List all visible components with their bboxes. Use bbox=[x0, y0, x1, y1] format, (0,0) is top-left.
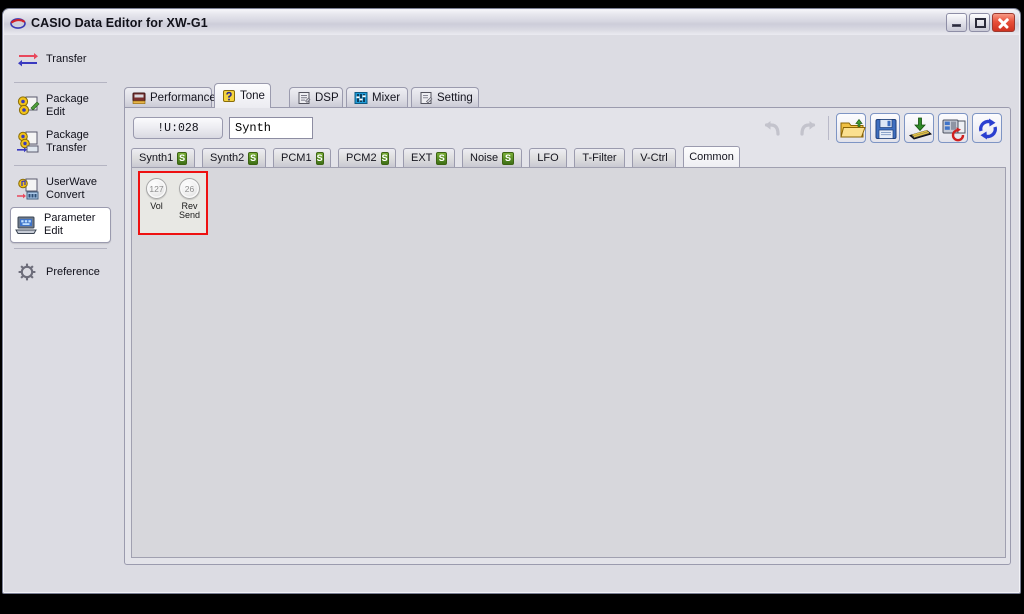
subtab-label: LFO bbox=[537, 152, 559, 164]
sidebar-divider bbox=[14, 248, 107, 249]
title-bar: CASIO Data Editor for XW-G1 bbox=[4, 10, 1019, 35]
tone-name-input[interactable]: Synth bbox=[229, 117, 313, 139]
subtab-pcm2[interactable]: PCM2 S bbox=[338, 148, 396, 167]
tab-label: Tone bbox=[240, 90, 265, 102]
subtab-label: PCM2 bbox=[346, 152, 377, 164]
subtab-noise[interactable]: Noise S bbox=[462, 148, 522, 167]
subtab-label: Common bbox=[689, 151, 734, 163]
subtab-label: PCM1 bbox=[281, 152, 312, 164]
parameter-edit-icon bbox=[14, 214, 38, 236]
subtab-synth2[interactable]: Synth2 S bbox=[202, 148, 266, 167]
subtab-t-filter[interactable]: T-Filter bbox=[574, 148, 625, 167]
knob-label: Rev Send bbox=[178, 201, 201, 221]
sidebar-item-package-edit[interactable]: Package Edit bbox=[12, 88, 109, 124]
tone-icon bbox=[222, 89, 236, 103]
sidebar-item-userwave-convert[interactable]: UserWave Convert bbox=[12, 171, 109, 207]
sidebar-item-label: Package Edit bbox=[46, 93, 89, 118]
tone-editor-frame: !U:028 Synth Synth1 S Synth2 S PCM1 S PC… bbox=[124, 107, 1011, 565]
knob-cell-rev-send: 26 Rev Send bbox=[174, 178, 206, 221]
maximize-button[interactable] bbox=[969, 13, 990, 32]
window-title: CASIO Data Editor for XW-G1 bbox=[31, 15, 208, 30]
subtab-ext[interactable]: EXT S bbox=[403, 148, 455, 167]
sidebar-item-transfer[interactable]: Transfer bbox=[12, 41, 109, 77]
toolbar: !U:028 Synth bbox=[125, 108, 1010, 146]
subtab-label: Noise bbox=[470, 152, 499, 164]
sidebar-divider bbox=[14, 165, 107, 166]
tab-label: DSP bbox=[315, 92, 339, 104]
screen: CASIO Data Editor for XW-G1 Transfer Pac… bbox=[0, 0, 1024, 614]
tab-label: Mixer bbox=[372, 92, 401, 104]
close-button[interactable] bbox=[992, 13, 1015, 32]
subtab-label: EXT bbox=[411, 152, 433, 164]
toolbar-buttons bbox=[757, 113, 1002, 143]
subtab-badge: S bbox=[315, 151, 324, 165]
gear-icon bbox=[16, 261, 40, 283]
knob-label: Vol bbox=[150, 201, 163, 211]
sidebar-item-label: UserWave Convert bbox=[46, 176, 97, 201]
performance-icon bbox=[132, 91, 146, 105]
minimize-button[interactable] bbox=[946, 13, 967, 32]
window-client-area: Transfer Package Edit Package Transfer U… bbox=[4, 35, 1019, 592]
tab-label: Performance bbox=[150, 92, 216, 104]
tab-setting[interactable]: Setting bbox=[411, 87, 479, 108]
sidebar-item-label: Transfer bbox=[46, 52, 87, 65]
subtab-lfo[interactable]: LFO bbox=[529, 148, 567, 167]
sidebar-item-parameter-edit[interactable]: Parameter Edit bbox=[10, 207, 111, 243]
toolbar-divider bbox=[828, 116, 829, 140]
transfer-arrows-icon bbox=[16, 48, 40, 70]
window-controls bbox=[946, 13, 1015, 32]
subtab-badge: S bbox=[380, 151, 389, 165]
sidebar-item-label: Package Transfer bbox=[46, 129, 89, 154]
sidebar-divider bbox=[14, 82, 107, 83]
tab-tone[interactable]: Tone bbox=[214, 83, 271, 108]
subtab-label: Synth2 bbox=[210, 152, 245, 164]
common-knob-group: 127 Vol 26 Rev Send bbox=[138, 171, 208, 235]
undo-button[interactable] bbox=[757, 113, 787, 143]
sidebar-item-package-transfer[interactable]: Package Transfer bbox=[12, 124, 109, 160]
knob-cell-vol: 127 Vol bbox=[141, 178, 173, 211]
application-window: CASIO Data Editor for XW-G1 Transfer Pac… bbox=[2, 8, 1021, 594]
device-restore-button[interactable] bbox=[938, 113, 968, 143]
save-file-button[interactable] bbox=[870, 113, 900, 143]
subtab-badge: S bbox=[177, 151, 187, 165]
rev-send-knob[interactable]: 26 bbox=[179, 178, 200, 199]
tab-performance[interactable]: Performance bbox=[124, 87, 216, 108]
main-tab-strip: Performance Tone DSP Mixer Setting bbox=[124, 83, 1013, 108]
sync-refresh-button[interactable] bbox=[972, 113, 1002, 143]
open-file-button[interactable] bbox=[836, 113, 866, 143]
subtab-label: Synth1 bbox=[139, 152, 174, 164]
subtab-label: V-Ctrl bbox=[640, 152, 668, 164]
userwave-convert-icon bbox=[16, 178, 40, 200]
subtab-badge: S bbox=[436, 151, 447, 165]
tone-subtab-strip: Synth1 S Synth2 S PCM1 S PCM2 S EXT S No… bbox=[131, 146, 1006, 167]
sidebar-item-label: Parameter Edit bbox=[44, 212, 96, 237]
parameter-canvas: 127 Vol 26 Rev Send bbox=[131, 167, 1006, 558]
subtab-synth1[interactable]: Synth1 S bbox=[131, 148, 195, 167]
subtab-badge: S bbox=[502, 151, 514, 165]
sidebar-item-label: Preference bbox=[46, 265, 100, 278]
subtab-pcm1[interactable]: PCM1 S bbox=[273, 148, 331, 167]
tab-label: Setting bbox=[437, 92, 473, 104]
package-transfer-icon bbox=[16, 131, 40, 153]
mixer-icon bbox=[354, 91, 368, 105]
tone-number-button[interactable]: !U:028 bbox=[133, 117, 223, 139]
package-edit-icon bbox=[16, 95, 40, 117]
write-to-device-button[interactable] bbox=[904, 113, 934, 143]
main-panel: Performance Tone DSP Mixer Setting !U:02… bbox=[119, 38, 1013, 567]
subtab-common[interactable]: Common bbox=[683, 146, 740, 167]
redo-button[interactable] bbox=[791, 113, 821, 143]
subtab-v-ctrl[interactable]: V-Ctrl bbox=[632, 148, 676, 167]
vol-knob[interactable]: 127 bbox=[146, 178, 167, 199]
status-bar bbox=[119, 570, 1013, 588]
subtab-label: T-Filter bbox=[582, 152, 617, 164]
casio-logo-icon bbox=[10, 15, 26, 31]
tab-mixer[interactable]: Mixer bbox=[346, 87, 408, 108]
sidebar-item-preference[interactable]: Preference bbox=[12, 254, 109, 290]
dsp-icon bbox=[297, 91, 311, 105]
tab-dsp[interactable]: DSP bbox=[289, 87, 343, 108]
subtab-badge: S bbox=[248, 151, 258, 165]
sidebar: Transfer Package Edit Package Transfer U… bbox=[4, 35, 117, 592]
setting-icon bbox=[419, 91, 433, 105]
